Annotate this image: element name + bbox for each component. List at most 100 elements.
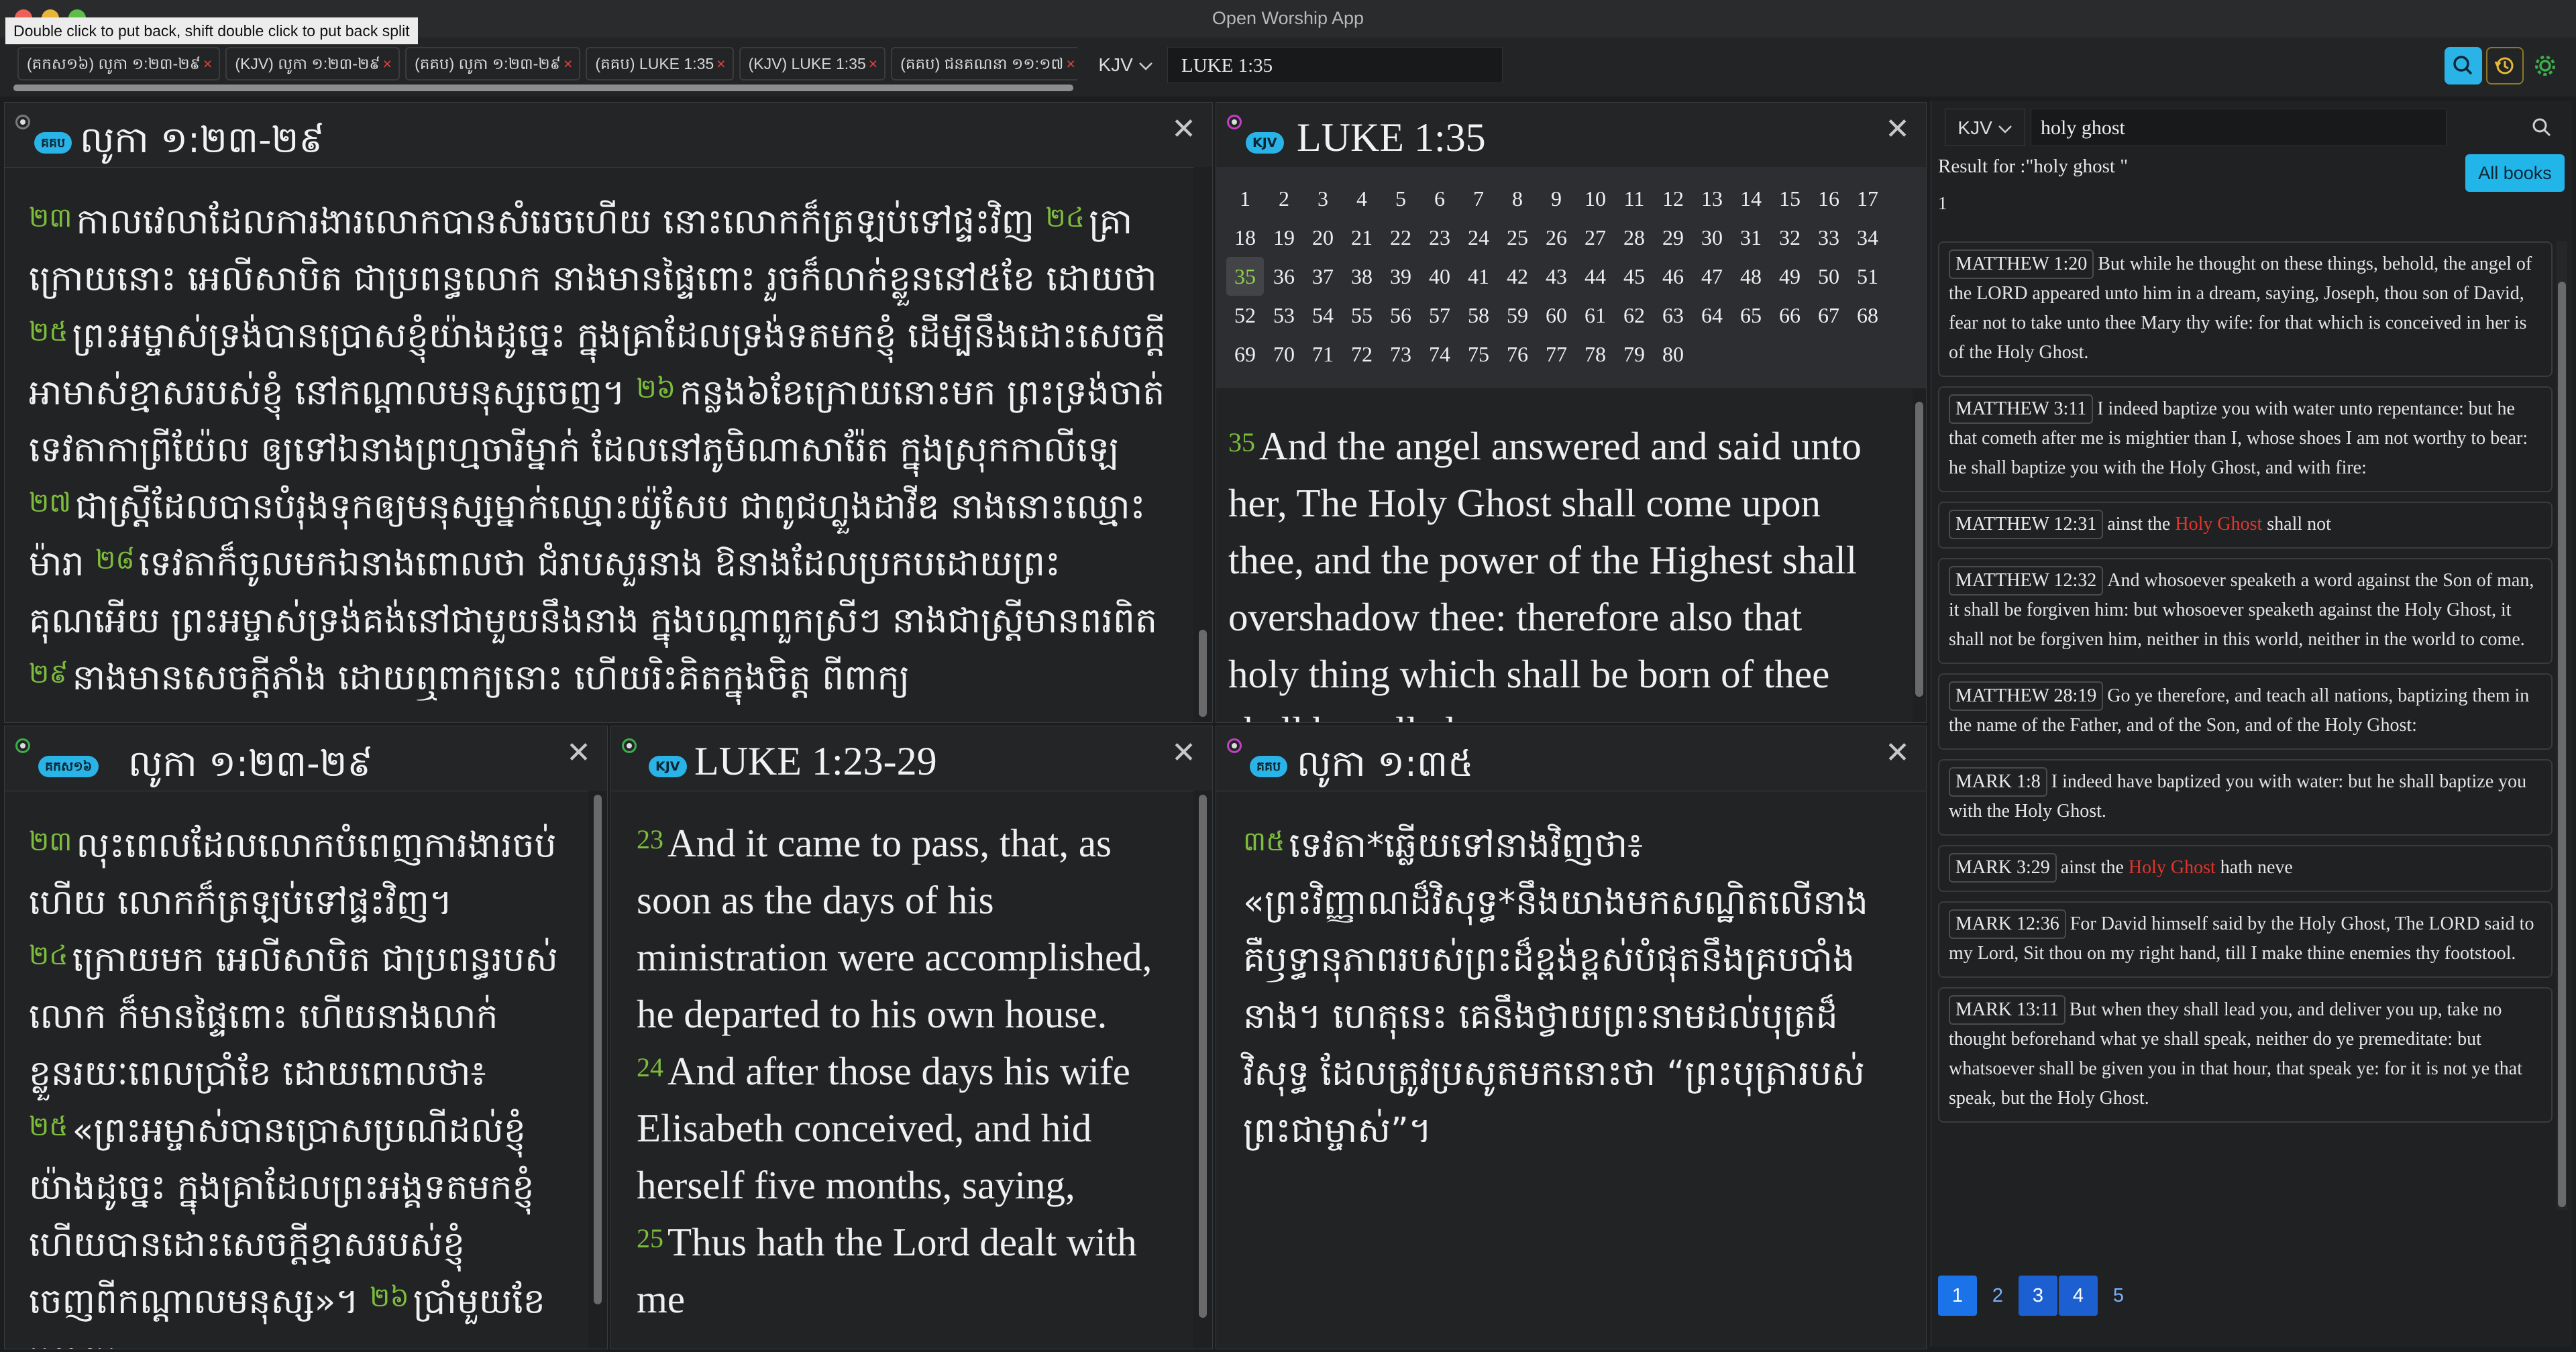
page-button[interactable]: 4 [2059, 1276, 2098, 1316]
result-reference[interactable]: MATTHEW 1:20 [1949, 249, 2094, 279]
verse-number-button[interactable]: 67 [1810, 296, 1847, 335]
verse-number-button[interactable]: 48 [1732, 257, 1770, 296]
close-icon[interactable]: ✕ [1885, 112, 1910, 146]
verse-number-button[interactable]: 3 [1304, 179, 1342, 218]
tab[interactable]: (គគប) លូកា ១:២៣-២៩ × [405, 47, 581, 80]
settings-button[interactable] [2526, 47, 2564, 84]
scrollbar-thumb[interactable] [1915, 402, 1923, 697]
panel-radio[interactable] [15, 115, 30, 129]
verse-number-button[interactable]: 15 [1771, 179, 1809, 218]
verse-number-button[interactable]: 35 [1226, 257, 1264, 296]
verse-number-button[interactable]: 17 [1849, 179, 1886, 218]
result-reference[interactable]: MATTHEW 12:32 [1949, 566, 2104, 596]
verse-number[interactable]: 23 [637, 824, 663, 854]
panel-radio[interactable] [622, 738, 637, 753]
verse-number-button[interactable]: 30 [1693, 218, 1731, 257]
verse-number-button[interactable]: 72 [1343, 335, 1381, 374]
verse-number-button[interactable]: 71 [1304, 335, 1342, 374]
verse-number-button[interactable]: 32 [1771, 218, 1809, 257]
verse-number-button[interactable]: 45 [1615, 257, 1653, 296]
search-result-item[interactable]: MATTHEW 1:20 But while he thought on thes… [1938, 241, 2553, 377]
tab-strip-scrollbar[interactable] [13, 84, 1073, 91]
verse-number[interactable]: 25 [637, 1223, 663, 1253]
verse-number-button[interactable]: 4 [1343, 179, 1381, 218]
verse-number[interactable]: ២៦ [370, 1282, 409, 1313]
verse-number-button[interactable]: 60 [1538, 296, 1575, 335]
verse-number-button[interactable]: 59 [1499, 296, 1536, 335]
search-result-item[interactable]: MARK 3:29 ainst the Holy Ghost hath neve [1938, 845, 2553, 892]
verse-number-button[interactable]: 19 [1265, 218, 1303, 257]
close-icon[interactable]: ✕ [1171, 112, 1196, 146]
verse-number[interactable]: ២៥ [29, 317, 68, 347]
scrollbar-thumb[interactable] [1199, 630, 1207, 717]
verse-number-button[interactable]: 7 [1460, 179, 1497, 218]
verse-number-button[interactable]: 50 [1810, 257, 1847, 296]
search-result-item[interactable]: MATTHEW 28:19 Go ye therefore, and teach … [1938, 673, 2553, 750]
verse-number-button[interactable]: 58 [1460, 296, 1497, 335]
all-books-button[interactable]: All books [2465, 154, 2565, 192]
verse-number-button[interactable]: 54 [1304, 296, 1342, 335]
result-reference[interactable]: MARK 1:8 [1949, 767, 2047, 797]
close-tab-icon[interactable]: × [869, 55, 877, 72]
result-reference[interactable]: MATTHEW 3:11 [1949, 394, 2094, 424]
verse-number-button[interactable]: 34 [1849, 218, 1886, 257]
search-input[interactable]: holy ghost [2031, 109, 2447, 146]
verse-number-button[interactable]: 61 [1576, 296, 1614, 335]
search-bible-select[interactable]: KJV [1945, 109, 2025, 146]
verse-number-button[interactable]: 78 [1576, 335, 1614, 374]
close-icon[interactable]: ✕ [1885, 736, 1910, 770]
page-button[interactable]: 1 [1938, 1276, 1977, 1316]
verse-number-button[interactable]: 52 [1226, 296, 1264, 335]
verse-number-button[interactable]: 22 [1382, 218, 1419, 257]
tab[interactable]: (គគប) ជនគណនា ១១:១៧ × [891, 47, 1077, 80]
verse-number[interactable]: ២៨ [95, 545, 135, 575]
verse-number-button[interactable]: 69 [1226, 335, 1264, 374]
verse-number[interactable]: ២៤ [29, 940, 68, 971]
search-result-item[interactable]: MATTHEW 12:31 ainst the Holy Ghost shall … [1938, 502, 2553, 549]
scrollbar-thumb[interactable] [13, 84, 1073, 91]
panel-scrollbar[interactable] [1193, 167, 1212, 722]
verse-number-button[interactable]: 74 [1421, 335, 1458, 374]
search-results-scrollbar[interactable] [2557, 241, 2567, 1210]
verse-number-button[interactable]: 44 [1576, 257, 1614, 296]
page-button[interactable]: 2 [1978, 1276, 2017, 1316]
verse-number-button[interactable]: 14 [1732, 179, 1770, 218]
page-button[interactable]: 5 [2099, 1276, 2138, 1316]
verse-number-button[interactable]: 21 [1343, 218, 1381, 257]
verse-number-button[interactable]: 76 [1499, 335, 1536, 374]
bible-badge[interactable]: គគប [34, 132, 72, 154]
verse-number-button[interactable]: 39 [1382, 257, 1419, 296]
verse-number-button[interactable]: 23 [1421, 218, 1458, 257]
verse-number-button[interactable]: 13 [1693, 179, 1731, 218]
close-tab-icon[interactable]: × [1066, 55, 1075, 72]
verse-number-button[interactable]: 28 [1615, 218, 1653, 257]
verse-number-button[interactable]: 11 [1615, 179, 1653, 218]
verse-number-button[interactable]: 16 [1810, 179, 1847, 218]
verse-number-button[interactable]: 55 [1343, 296, 1381, 335]
verse-number-button[interactable]: 70 [1265, 335, 1303, 374]
verse-number-button[interactable]: 18 [1226, 218, 1264, 257]
verse-number[interactable]: 35 [1228, 427, 1255, 457]
verse-number-button[interactable]: 51 [1849, 257, 1886, 296]
verse-number-button[interactable]: 33 [1810, 218, 1847, 257]
verse-number-button[interactable]: 12 [1654, 179, 1692, 218]
bible-badge[interactable]: គគប [1250, 756, 1288, 777]
tab[interactable]: (KJV) LUKE 1:35 × [739, 47, 886, 80]
verse-number-button[interactable]: 9 [1538, 179, 1575, 218]
search-result-item[interactable]: MARK 12:36 For David himself said by the … [1938, 901, 2553, 978]
verse-number-button[interactable]: 49 [1771, 257, 1809, 296]
verse-number-button[interactable]: 65 [1732, 296, 1770, 335]
close-tab-icon[interactable]: × [564, 55, 572, 72]
verse-number-button[interactable]: 36 [1265, 257, 1303, 296]
result-reference[interactable]: MATTHEW 28:19 [1949, 681, 2104, 711]
tab[interactable]: (គកស១៦) លូកា ១:២៣-២៩ × [17, 47, 221, 80]
verse-number-button[interactable]: 1 [1226, 179, 1264, 218]
verse-number-button[interactable]: 47 [1693, 257, 1731, 296]
panel-radio[interactable] [1227, 115, 1242, 129]
verse-number-button[interactable]: 10 [1576, 179, 1614, 218]
verse-number[interactable]: 24 [637, 1052, 663, 1082]
verse-number-button[interactable]: 42 [1499, 257, 1536, 296]
verse-number-button[interactable]: 68 [1849, 296, 1886, 335]
verse-number-button[interactable]: 79 [1615, 335, 1653, 374]
result-reference[interactable]: MATTHEW 12:31 [1949, 510, 2104, 539]
